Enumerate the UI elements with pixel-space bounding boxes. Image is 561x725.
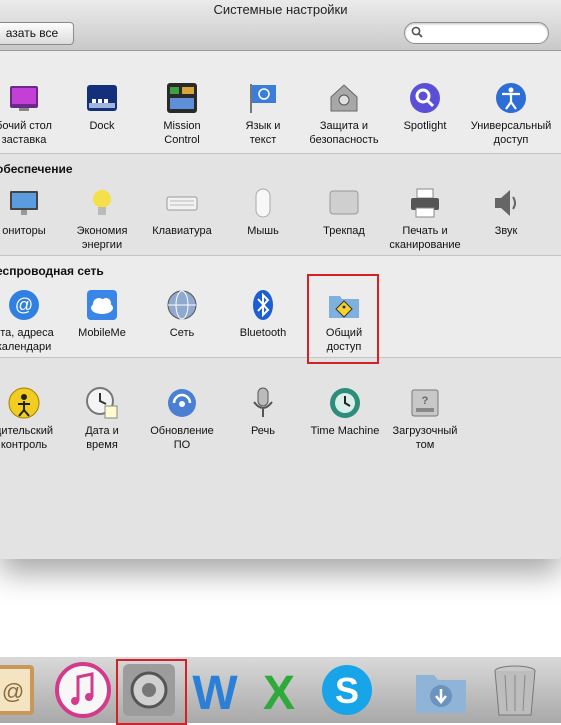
- bulb-icon: [93, 190, 111, 215]
- parental-icon: [8, 387, 40, 419]
- section-internet: еспроводная сеть @ нта, адреса календари…: [0, 255, 561, 357]
- monitor-icon: [10, 191, 38, 215]
- pane-mobileme[interactable]: MobileMe: [64, 288, 140, 340]
- title-bar: Системные настройки азать все: [0, 0, 561, 51]
- search-input[interactable]: [427, 25, 543, 42]
- pane-network[interactable]: Сеть: [144, 288, 220, 340]
- spotlight-icon: [410, 83, 440, 113]
- hard-drive-icon: ?: [411, 389, 439, 417]
- bluetooth-icon: [253, 290, 273, 320]
- section-hardware: обеспечение ониторы Экономия энергии Кла…: [0, 153, 561, 255]
- svg-text:W: W: [192, 667, 238, 719]
- pane-software-update[interactable]: Обновление ПО: [144, 386, 220, 452]
- globe-icon: [167, 290, 197, 320]
- pane-parental[interactable]: дительский контроль: [0, 386, 62, 452]
- pane-mission-control[interactable]: Mission Control: [144, 81, 220, 147]
- section-title: обеспечение: [0, 162, 73, 176]
- pane-security[interactable]: Защита и безопасность: [306, 81, 382, 147]
- search-field[interactable]: [404, 22, 549, 44]
- mouse-icon: [255, 188, 271, 218]
- software-update-icon: [168, 389, 196, 417]
- section-title: еспроводная сеть: [0, 264, 104, 278]
- pane-mouse[interactable]: Мышь: [225, 186, 301, 238]
- skype-icon[interactable]: S: [318, 661, 376, 719]
- dock-icon: [87, 85, 117, 111]
- window-title: Системные настройки: [213, 2, 348, 17]
- accessibility-icon: [496, 83, 526, 113]
- pane-desktop[interactable]: бочий стол заставка: [0, 81, 62, 147]
- svg-text:@: @: [2, 679, 24, 704]
- microphone-icon: [253, 387, 273, 417]
- desktop-icon: [10, 86, 38, 111]
- printer-icon: [411, 188, 439, 218]
- trackpad-icon: [329, 190, 359, 215]
- show-all-button[interactable]: азать все: [0, 22, 74, 45]
- time-machine-icon: [330, 388, 360, 418]
- svg-text:S: S: [335, 670, 359, 711]
- pane-mail[interactable]: @ нта, адреса календари: [0, 288, 62, 354]
- pane-print[interactable]: Печать и сканирование: [387, 186, 463, 252]
- pane-keyboard[interactable]: Клавиатура: [144, 186, 220, 238]
- mission-control-icon: [167, 83, 197, 113]
- at-sign-icon: @: [9, 290, 39, 320]
- pane-language[interactable]: Язык и текст: [225, 81, 301, 147]
- word-icon[interactable]: W: [186, 661, 244, 719]
- svg-text:?: ?: [422, 395, 429, 407]
- svg-text:X: X: [263, 667, 295, 719]
- pane-universal-access[interactable]: Универсальный доступ: [466, 81, 556, 147]
- pane-monitors[interactable]: ониторы: [0, 186, 62, 238]
- dock: @ W X S: [0, 657, 561, 723]
- trash-icon[interactable]: [486, 661, 544, 719]
- itunes-icon[interactable]: [54, 661, 112, 719]
- downloads-icon[interactable]: [412, 661, 470, 719]
- system-preferences-window: Системные настройки азать все бочий стол…: [0, 0, 561, 559]
- language-flag-icon: [250, 84, 276, 113]
- system-preferences-highlight-box: [116, 659, 187, 725]
- pane-spotlight[interactable]: Spotlight: [387, 81, 463, 133]
- pane-time-machine[interactable]: Time Machine: [306, 386, 384, 438]
- section-personal: бочий стол заставка Dock Mission Control…: [0, 51, 561, 152]
- pane-bluetooth[interactable]: Bluetooth: [225, 288, 301, 340]
- pane-energy[interactable]: Экономия энергии: [64, 186, 140, 252]
- pane-trackpad[interactable]: Трекпад: [306, 186, 382, 238]
- excel-icon[interactable]: X: [250, 661, 308, 719]
- search-icon: [411, 26, 423, 38]
- keyboard-icon: [166, 196, 198, 211]
- clock-icon: [86, 387, 118, 419]
- svg-text:@: @: [15, 295, 33, 315]
- section-system: дительский контроль Дата и время Обновле…: [0, 357, 561, 559]
- pane-sound[interactable]: Звук: [468, 186, 544, 238]
- speaker-icon: [495, 190, 516, 216]
- cloud-icon: [87, 290, 117, 320]
- house-lock-icon: [330, 84, 358, 112]
- sharing-highlight-box: [307, 274, 379, 364]
- pane-datetime[interactable]: Дата и время: [64, 386, 140, 452]
- address-book-icon[interactable]: @: [0, 661, 40, 719]
- pane-speech[interactable]: Речь: [225, 386, 301, 438]
- pane-dock[interactable]: Dock: [64, 81, 140, 133]
- pane-startup-disk[interactable]: ? Загрузочный том: [387, 386, 463, 452]
